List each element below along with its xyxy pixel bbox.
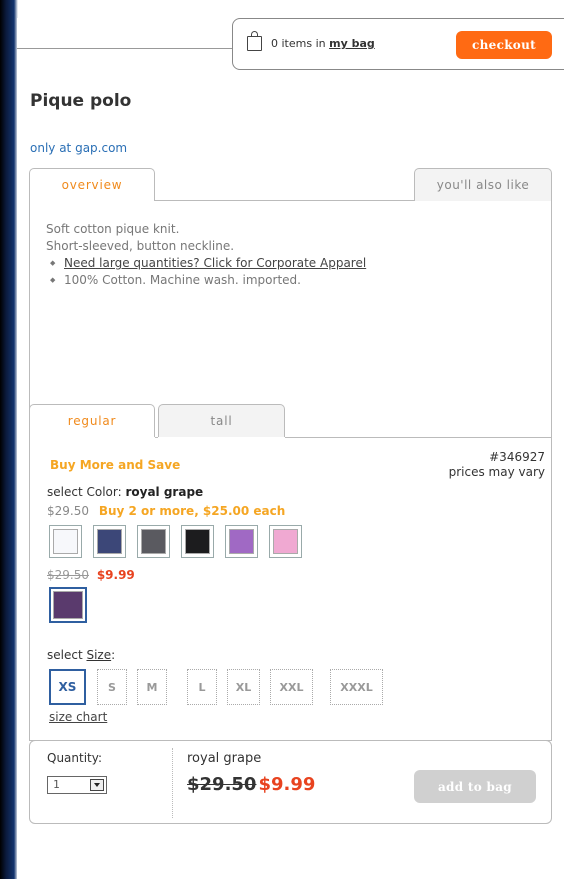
quantity-value: 1	[53, 778, 60, 791]
final-new-price: $9.99	[258, 774, 316, 795]
my-bag-link[interactable]: my bag	[329, 37, 375, 50]
corporate-apparel-link[interactable]: Need large quantities? Click for Corpora…	[64, 256, 366, 270]
size-chart-link[interactable]: size chart	[49, 710, 107, 724]
swatch-fill	[53, 591, 83, 619]
swatch-black[interactable]	[181, 525, 214, 558]
product-panel: 0 items in my bag checkout Pique polo on…	[17, 18, 564, 879]
size-option-xxxl[interactable]: XXXL	[330, 669, 383, 705]
swatch-fill	[273, 529, 298, 554]
selected-color-name: royal grape	[125, 485, 204, 499]
color-prefix: select Color:	[47, 485, 122, 499]
shopping-bag-icon	[247, 31, 262, 51]
price-line: $29.50 Buy 2 or more, $25.00 each	[47, 504, 285, 518]
size-option-xxl[interactable]: XXL	[270, 669, 313, 705]
mini-bag: 0 items in my bag checkout	[232, 18, 564, 70]
regular-price: $29.50	[47, 504, 89, 518]
add-to-bag-button[interactable]: add to bag	[414, 770, 536, 803]
tab-divider	[285, 437, 552, 438]
style-number: #346927	[489, 450, 545, 464]
tab-you-ll-also-like[interactable]: you'll also like	[414, 168, 552, 201]
tab-divider	[155, 200, 414, 201]
swatch-pink[interactable]	[269, 525, 302, 558]
size-label: select Size:	[47, 648, 115, 662]
list-item: Need large quantities? Click for Corpora…	[46, 255, 366, 272]
add-box-divider	[172, 748, 173, 818]
swatch-fill	[229, 529, 254, 554]
prices-note: prices may vary	[448, 465, 545, 479]
exclusive-link[interactable]: only at gap.com	[30, 141, 127, 155]
multi-buy-offer: Buy 2 or more, $25.00 each	[98, 504, 286, 518]
sale-new-price: $9.99	[96, 568, 135, 582]
header-rule	[17, 48, 237, 49]
quantity-select[interactable]: 1	[47, 776, 107, 794]
swatch-fill	[97, 529, 122, 554]
size-label-prefix: select	[47, 648, 83, 662]
quantity-label: Quantity:	[47, 751, 103, 765]
swatch-white[interactable]	[49, 525, 82, 558]
tab-divider	[155, 437, 158, 438]
product-description: Soft cotton pique knit. Short-sleeved, b…	[46, 221, 366, 289]
swatch-fill	[185, 529, 210, 554]
final-old-price: $29.50	[187, 774, 257, 795]
swatch-fill	[53, 529, 78, 554]
size-option-m[interactable]: M	[137, 669, 167, 705]
tab-regular[interactable]: regular	[29, 404, 155, 437]
bag-summary: 0 items in my bag	[271, 37, 375, 50]
selected-color: royal grape	[187, 751, 262, 766]
swatch-royal-grape[interactable]	[49, 587, 87, 623]
promo-headline: Buy More and Save	[50, 458, 181, 472]
sale-old-price: $29.50	[47, 568, 89, 582]
tab-tall[interactable]: tall	[158, 404, 285, 437]
size-option-s[interactable]: S	[97, 669, 127, 705]
size-option-l[interactable]: L	[187, 669, 217, 705]
page: 0 items in my bag checkout Pique polo on…	[0, 0, 564, 879]
swatch-navy[interactable]	[93, 525, 126, 558]
size-option-xs[interactable]: XS	[49, 669, 86, 705]
final-price: $29.50 $9.99	[187, 774, 315, 795]
checkout-button[interactable]: checkout	[456, 31, 552, 59]
description-line: Short-sleeved, button neckline.	[46, 239, 235, 253]
list-item: 100% Cotton. Machine wash. imported.	[46, 272, 366, 289]
style-info: #346927 prices may vary	[449, 450, 545, 480]
description-line: Soft cotton pique knit.	[46, 222, 180, 236]
description-bullets: Need large quantities? Click for Corpora…	[46, 255, 366, 289]
page-title: Pique polo	[30, 91, 132, 111]
bag-count-text: 0 items in	[271, 37, 326, 50]
size-label-suffix: :	[111, 648, 116, 662]
tab-overview[interactable]: overview	[29, 168, 155, 201]
swatch-purple[interactable]	[225, 525, 258, 558]
sale-price-line: $29.50 $9.99	[47, 568, 135, 582]
chevron-down-icon[interactable]	[90, 779, 104, 791]
size-option-xl[interactable]: XL	[227, 669, 260, 705]
size-link[interactable]: Size	[86, 648, 111, 662]
swatch-charcoal[interactable]	[137, 525, 170, 558]
color-label: select Color: royal grape	[47, 485, 203, 499]
swatch-fill	[141, 529, 166, 554]
